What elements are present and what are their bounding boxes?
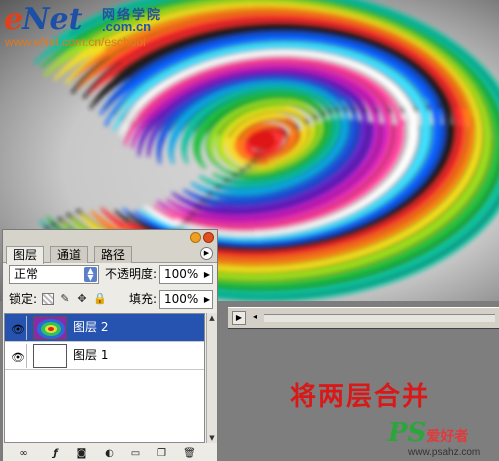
- opacity-field[interactable]: 100% ▶: [159, 265, 213, 284]
- panel-toolbar: ∞ ƒ ◙ ◐ ▭ ❐ 🗑: [3, 445, 217, 461]
- swirl-thumbnail-icon: [34, 317, 66, 339]
- layer-thumbnail: [33, 344, 67, 368]
- logo-domain: .com.cn: [102, 19, 152, 34]
- lock-all-icon[interactable]: 🔒: [93, 293, 107, 305]
- play-button[interactable]: ▶: [232, 311, 246, 325]
- blend-mode-value: 正常: [14, 267, 39, 281]
- lock-transparency-icon[interactable]: [42, 293, 54, 305]
- eye-icon: 👁: [11, 351, 25, 364]
- scroll-down-icon[interactable]: ▼: [207, 433, 217, 443]
- mask-icon[interactable]: ◙: [75, 447, 88, 460]
- scroll-left-icon[interactable]: ◂: [248, 311, 262, 325]
- close-icon[interactable]: [203, 232, 214, 243]
- opacity-value: 100%: [164, 267, 199, 281]
- layer-name: 图层 1: [73, 348, 109, 362]
- opacity-arrow-icon[interactable]: ▶: [204, 266, 210, 283]
- fill-label: 填充:: [129, 292, 158, 306]
- panel-titlebar[interactable]: [3, 230, 217, 244]
- layer-style-icon[interactable]: ƒ: [49, 447, 62, 460]
- layers-panel: 图层 通道 路径 ▶ 正常 ▲ ▼ 不透明度: 100% ▶ 锁定: ✎ ✥ 🔒 …: [2, 229, 218, 461]
- trash-icon[interactable]: 🗑: [183, 447, 196, 460]
- lock-position-icon[interactable]: ✥: [76, 293, 88, 305]
- fill-value: 100%: [164, 292, 199, 306]
- panel-tabs: 图层 通道 路径 ▶: [3, 244, 217, 264]
- watermark-ps: PS: [388, 418, 427, 448]
- opacity-label: 不透明度:: [105, 267, 158, 281]
- new-layer-icon[interactable]: ❐: [155, 447, 168, 460]
- enet-logo: eNet 网络学院 .com.cn: [4, 2, 160, 37]
- blend-mode-select[interactable]: 正常 ▲ ▼: [9, 265, 99, 284]
- visibility-toggle[interactable]: 👁: [7, 316, 27, 340]
- scroll-up-icon[interactable]: ▲: [207, 313, 217, 323]
- watermark-site: www.psahz.com: [408, 447, 481, 458]
- tab-paths[interactable]: 路径: [94, 246, 133, 263]
- lock-pixels-icon[interactable]: ✎: [59, 293, 71, 305]
- logo-url: www.eNet.com.cn/eschool: [5, 35, 146, 49]
- ruler-track[interactable]: [264, 314, 495, 322]
- logo-net: Net: [22, 2, 83, 37]
- psahz-watermark: PS爱好者 www.psahz.com: [388, 418, 480, 458]
- layer-row-1[interactable]: 👁 图层 1: [5, 342, 204, 370]
- adjustment-icon[interactable]: ◐: [103, 447, 116, 460]
- tab-channels[interactable]: 通道: [50, 246, 89, 263]
- chevron-updown-icon: ▲ ▼: [84, 267, 97, 282]
- layers-list: 👁 图层 2 👁 图层 1: [4, 313, 205, 443]
- logo-e: e: [4, 2, 23, 37]
- visibility-toggle[interactable]: 👁: [7, 344, 27, 368]
- watermark-ai: 爱好者: [426, 429, 469, 445]
- layers-scrollbar[interactable]: ▲ ▼: [206, 313, 217, 443]
- eye-icon: 👁: [11, 323, 25, 336]
- link-icon[interactable]: ∞: [17, 447, 30, 460]
- fill-arrow-icon[interactable]: ▶: [204, 291, 210, 308]
- lock-label: 锁定:: [9, 292, 38, 306]
- fill-field[interactable]: 100% ▶: [159, 290, 213, 309]
- screenshot-stage: eNet 网络学院 .com.cn www.eNet.com.cn/eschoo…: [0, 0, 499, 461]
- tab-layers[interactable]: 图层: [6, 246, 45, 264]
- animation-ruler: ▶ ◂: [228, 307, 499, 329]
- tutorial-caption: 将两层合并: [290, 382, 431, 412]
- layer-thumbnail: [33, 316, 67, 340]
- panel-menu-icon[interactable]: ▶: [200, 247, 213, 260]
- group-folder-icon[interactable]: ▭: [129, 447, 142, 460]
- minimize-icon[interactable]: [190, 232, 201, 243]
- layer-row-2[interactable]: 👁 图层 2: [5, 314, 204, 342]
- layer-name: 图层 2: [73, 320, 109, 334]
